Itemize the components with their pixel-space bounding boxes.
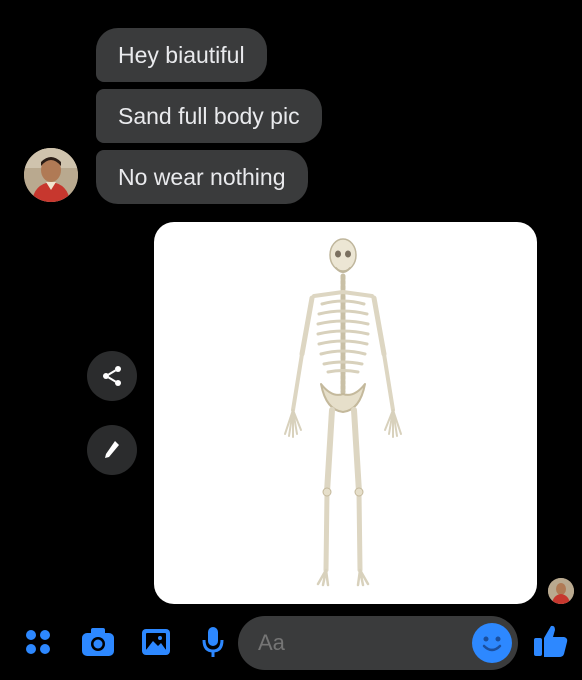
share-button[interactable] — [87, 351, 137, 401]
avatar-image — [548, 578, 574, 604]
message-bubble[interactable]: Hey biautiful — [96, 28, 267, 82]
avatar-image — [24, 148, 78, 202]
shared-image[interactable] — [154, 222, 537, 604]
camera-button[interactable] — [80, 624, 116, 660]
message-bubble[interactable]: Sand full body pic — [96, 89, 322, 143]
microphone-button[interactable] — [195, 624, 231, 660]
menu-dots-icon — [26, 630, 50, 654]
thumbs-up-icon — [534, 625, 568, 657]
camera-icon — [82, 628, 114, 656]
emoji-icon — [482, 636, 502, 652]
thumbs-up-button[interactable] — [530, 620, 572, 662]
message-composer[interactable] — [238, 616, 518, 670]
read-receipt-avatar — [548, 578, 574, 604]
gallery-button[interactable] — [138, 624, 174, 660]
menu-dots-button[interactable] — [20, 624, 56, 660]
message-input[interactable] — [258, 616, 458, 670]
pencil-icon — [105, 441, 119, 458]
gallery-icon — [142, 629, 170, 655]
skeleton-image — [284, 238, 402, 587]
share-icon — [103, 366, 121, 386]
microphone-icon — [202, 627, 224, 657]
emoji-button[interactable] — [472, 623, 512, 663]
edit-button[interactable] — [87, 425, 137, 475]
sender-avatar[interactable] — [24, 148, 78, 202]
message-bubble[interactable]: No wear nothing — [96, 150, 308, 204]
